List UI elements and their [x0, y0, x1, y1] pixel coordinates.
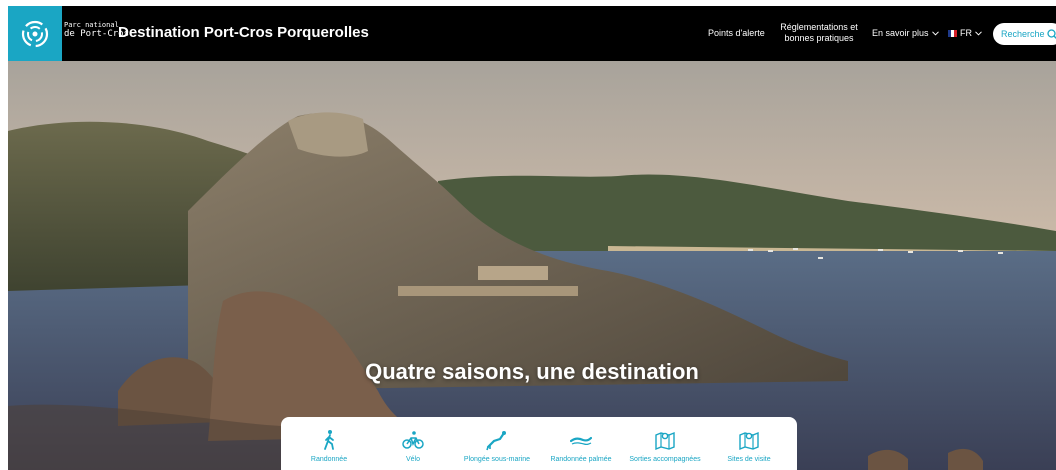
map-pin-icon [655, 431, 675, 451]
spiral-logo-icon [21, 20, 49, 47]
nav-points-alerte[interactable]: Points d'alerte [708, 28, 765, 39]
french-flag-icon [948, 30, 957, 37]
activity-sites-de-visite[interactable]: Sites de visite [710, 429, 788, 470]
search-button[interactable]: Recherche [993, 23, 1056, 45]
language-selector[interactable]: FR [948, 28, 982, 39]
activity-randonnee[interactable]: Randonnée [290, 429, 368, 470]
diver-icon [486, 431, 506, 451]
chevron-down-icon [975, 31, 982, 36]
site-header: Parc national de Port-Cros Destination P… [8, 6, 1056, 61]
activity-label: Randonnée [310, 456, 348, 463]
activity-plongee[interactable]: Plongée sous-marine [458, 429, 536, 470]
language-label: FR [960, 28, 972, 38]
activities-bar: Randonnée Vélo Plongée sous-marine Rando… [281, 417, 797, 470]
activity-sorties-accompagnees[interactable]: Sorties accompagnées [626, 429, 704, 470]
page-frame: Parc national de Port-Cros Destination P… [8, 6, 1056, 470]
activity-label: Plongée sous-marine [463, 456, 531, 463]
park-logo[interactable] [8, 6, 62, 61]
search-button-label: Recherche [1001, 29, 1045, 39]
nav-en-savoir-plus[interactable]: En savoir plus [872, 28, 939, 39]
logo-line-1: Parc national [64, 21, 119, 29]
activity-label: Sorties accompagnées [629, 456, 701, 463]
activity-velo[interactable]: Vélo [374, 429, 452, 470]
map-pin-icon [739, 431, 759, 451]
snorkeler-icon [570, 436, 592, 446]
activity-randonnee-palmee[interactable]: Randonnée palmée [542, 429, 620, 470]
nav-en-savoir-plus-label: En savoir plus [872, 28, 929, 38]
activity-label: Sites de visite [727, 456, 771, 463]
activity-label: Randonnée palmée [550, 456, 612, 463]
chevron-down-icon [931, 31, 939, 36]
site-title[interactable]: Destination Port-Cros Porquerolles [118, 24, 369, 41]
activity-label: Vélo [405, 456, 420, 463]
hero-background-image [8, 61, 1056, 470]
search-icon [1046, 28, 1056, 39]
hero-title: Quatre saisons, une destination [365, 359, 699, 384]
bicycle-icon [402, 431, 424, 449]
hero-section: Quatre saisons, une destination Randonné… [8, 61, 1056, 470]
nav-reglementations[interactable]: Réglementations et bonnes pratiques [776, 22, 862, 44]
hiker-icon [324, 430, 334, 450]
